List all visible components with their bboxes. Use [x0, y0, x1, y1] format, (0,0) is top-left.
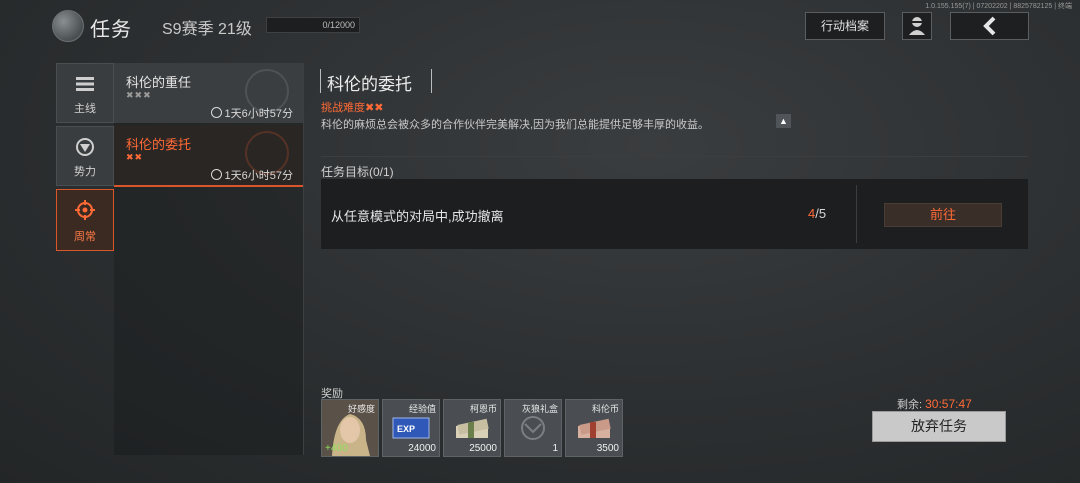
reward-name: 经验值: [408, 404, 436, 414]
reward-count: 1: [552, 443, 558, 454]
mission-timer-text: 1天6小时57分: [224, 108, 293, 120]
tab-main[interactable]: 主线: [56, 63, 114, 123]
exp-ticket-icon: EXP: [392, 417, 430, 439]
reward-count: 24000: [408, 443, 436, 454]
tab-main-label: 主线: [74, 103, 96, 115]
objective-row: 从任意模式的对局中,成功撤离 4/5 前往: [321, 179, 1028, 249]
reward-item[interactable]: EXP 经验值 24000: [382, 399, 440, 457]
remaining-time: 剩余: 30:57:47: [897, 396, 972, 412]
clock-icon: [210, 169, 222, 180]
difficulty-stars: ✖✖: [126, 152, 144, 162]
reward-count: +400: [325, 443, 348, 454]
agent-avatar-button[interactable]: [902, 12, 932, 40]
gift-box-icon: [521, 416, 545, 440]
objective-progress: 4/5: [808, 206, 826, 221]
page-title: 任务: [90, 19, 132, 41]
remaining-time-value: 30:57:47: [925, 397, 972, 411]
target-icon: [75, 200, 95, 220]
reward-count: 25000: [469, 443, 497, 454]
difficulty-label: 挑战难度✖✖: [321, 102, 384, 114]
xp-text: 0/12000: [322, 20, 355, 30]
xp-progress-bar: 0/12000: [266, 17, 360, 33]
cash-bundle-icon: [456, 418, 489, 438]
reward-name: 灰狼礼盒: [521, 404, 558, 414]
divider: [321, 156, 1028, 157]
mission-description: 科伦的麻烦总会被众多的合作伙伴完美解决,因为我们总能提供足够丰厚的收益。: [321, 119, 710, 131]
agent-avatar-icon: [909, 17, 925, 35]
tab-faction-label: 势力: [74, 166, 96, 178]
mission-name: 科伦的委托: [126, 137, 192, 152]
difficulty-stars: ✖✖✖: [126, 90, 152, 100]
goto-button[interactable]: 前往: [884, 203, 1002, 227]
reward-item[interactable]: 柯恩币 25000: [443, 399, 501, 457]
tab-weekly-label: 周常: [74, 231, 96, 243]
reward-count: 3500: [596, 443, 619, 454]
mission-detail-title: 科伦的委托: [327, 75, 412, 94]
cash-bundle-icon: [578, 418, 611, 438]
svg-text:EXP: EXP: [397, 424, 415, 434]
season-level: S9赛季 21级: [162, 21, 252, 38]
chevron-up-icon: ▲: [779, 116, 788, 126]
clock-icon: [210, 107, 222, 118]
mission-item[interactable]: 科伦的重任 ✖✖✖ 1天6小时57分: [114, 63, 303, 123]
reward-item[interactable]: 灰狼礼盒 1: [504, 399, 562, 457]
reward-item[interactable]: 科伦币 3500: [565, 399, 623, 457]
mission-name: 科伦的重任: [126, 75, 192, 90]
remaining-label: 剩余:: [897, 399, 923, 411]
mission-item-selected[interactable]: 科伦的委托 ✖✖ 1天6小时57分: [114, 125, 303, 187]
version-info: 1.0.155.155(7) | 07202202 | 8825782125 |…: [925, 3, 1072, 10]
reward-name: 柯恩币: [469, 404, 497, 414]
tab-faction[interactable]: 势力: [56, 126, 114, 186]
reward-item[interactable]: 好感度 +400: [321, 399, 379, 457]
chevron-left-icon: [982, 16, 995, 36]
reward-name: 好感度: [347, 404, 375, 414]
reward-name: 科伦币: [591, 404, 619, 414]
divider: [856, 185, 857, 243]
objective-text: 从任意模式的对局中,成功撤离: [331, 209, 504, 224]
collapse-button[interactable]: ▲: [776, 114, 791, 128]
globe-logo-icon: [52, 10, 84, 42]
objectives-label: 任务目标(0/1): [321, 165, 394, 179]
faction-icon: [76, 138, 94, 156]
action-archive-button[interactable]: 行动档案: [805, 12, 885, 40]
mission-timer: 1天6小时57分: [210, 167, 293, 183]
objective-progress-total: /5: [815, 206, 827, 221]
mission-list: 科伦的重任 ✖✖✖ 1天6小时57分 科伦的委托 ✖✖ 1天6小时57分: [114, 63, 304, 455]
list-icon: [76, 77, 94, 91]
tab-weekly[interactable]: 周常: [56, 189, 114, 251]
abandon-mission-button[interactable]: 放弃任务: [872, 411, 1006, 442]
back-button[interactable]: [950, 12, 1029, 40]
mission-timer-text: 1天6小时57分: [224, 170, 293, 182]
mission-timer: 1天6小时57分: [210, 105, 293, 121]
